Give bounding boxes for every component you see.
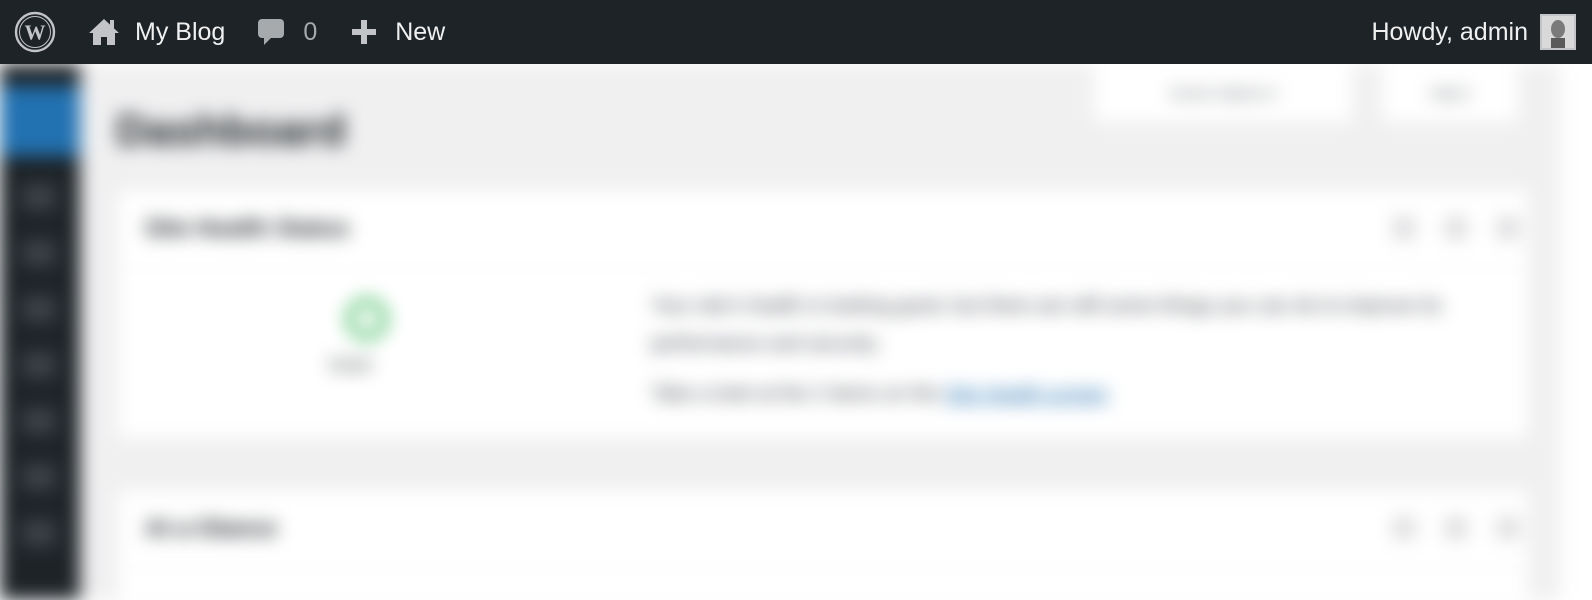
wp-admin-window: W My Blog 0 New Howdy, admin Screen Opti…	[0, 0, 1592, 600]
move-up-icon[interactable]	[1393, 217, 1415, 239]
toggle-panel-icon[interactable]	[1497, 217, 1519, 239]
sidebar-item[interactable]	[22, 296, 56, 322]
sidebar-item[interactable]	[22, 520, 56, 546]
health-status-label: Good	[329, 355, 371, 374]
health-summary: Your site’s health is looking good, but …	[651, 295, 1442, 355]
toggle-panel-icon[interactable]	[1497, 517, 1519, 539]
sidebar-item[interactable]	[22, 352, 56, 378]
my-account-menu[interactable]: Howdy, admin	[1371, 0, 1592, 64]
help-label: Help ▾	[1430, 85, 1470, 101]
admin-sidebar	[0, 64, 80, 600]
screen-options-label: Screen Options ▾	[1169, 85, 1277, 101]
move-down-icon[interactable]	[1445, 217, 1467, 239]
howdy-label: Howdy, admin	[1371, 17, 1528, 46]
at-a-glance-title: At a Glance	[145, 514, 278, 542]
site-name-label: My Blog	[135, 17, 226, 46]
avatar[interactable]	[1540, 14, 1576, 50]
site-health-screen-link[interactable]: Site Health screen	[945, 383, 1108, 405]
sidebar-item[interactable]	[22, 464, 56, 490]
sidebar-item-dashboard[interactable]	[0, 86, 80, 156]
dashboard-content: Screen Options ▾ Help ▾ Dashboard Site H…	[80, 64, 1568, 600]
site-health-header: Site Health Status	[117, 189, 1529, 269]
comments-link[interactable]: 0	[257, 0, 351, 64]
widget-controls	[1393, 517, 1519, 539]
plus-icon	[351, 19, 377, 45]
at-a-glance-widget: At a Glance	[116, 488, 1530, 600]
sidebar-item[interactable]	[22, 240, 56, 266]
comments-count: 0	[303, 17, 318, 46]
site-health-title: Site Health Status	[145, 214, 350, 242]
home-icon	[88, 17, 120, 47]
wordpress-logo-icon[interactable]: W	[0, 0, 68, 64]
site-health-body: Good Your site’s health is looking good,…	[117, 269, 1529, 439]
admin-bar: W My Blog 0 New Howdy, admin	[0, 0, 1592, 64]
new-content-label: New	[395, 17, 446, 46]
sidebar-item[interactable]	[22, 408, 56, 434]
health-status-circle	[347, 299, 387, 339]
right-edge	[1560, 64, 1592, 600]
page-title: Dashboard	[116, 106, 346, 155]
blurred-dashboard: Screen Options ▾ Help ▾ Dashboard Site H…	[0, 64, 1592, 600]
at-a-glance-header: At a Glance	[117, 489, 1529, 569]
svg-text:W: W	[25, 21, 46, 45]
help-button[interactable]: Help ▾	[1380, 64, 1520, 124]
screen-options-button[interactable]: Screen Options ▾	[1092, 64, 1354, 124]
health-link-prefix: Take a look at the 2 items on the	[651, 383, 939, 405]
move-down-icon[interactable]	[1445, 517, 1467, 539]
comment-bubble-icon	[257, 17, 285, 47]
health-link-line: Take a look at the 2 items on the Site H…	[651, 375, 1471, 413]
site-health-widget: Site Health Status Good Your site’s heal…	[116, 188, 1530, 440]
move-up-icon[interactable]	[1393, 517, 1415, 539]
new-content-menu[interactable]: New	[351, 0, 445, 64]
health-description: Your site’s health is looking good, but …	[651, 287, 1471, 413]
widget-controls	[1393, 217, 1519, 239]
site-name-link[interactable]: My Blog	[68, 0, 257, 64]
sidebar-item[interactable]	[22, 184, 56, 210]
